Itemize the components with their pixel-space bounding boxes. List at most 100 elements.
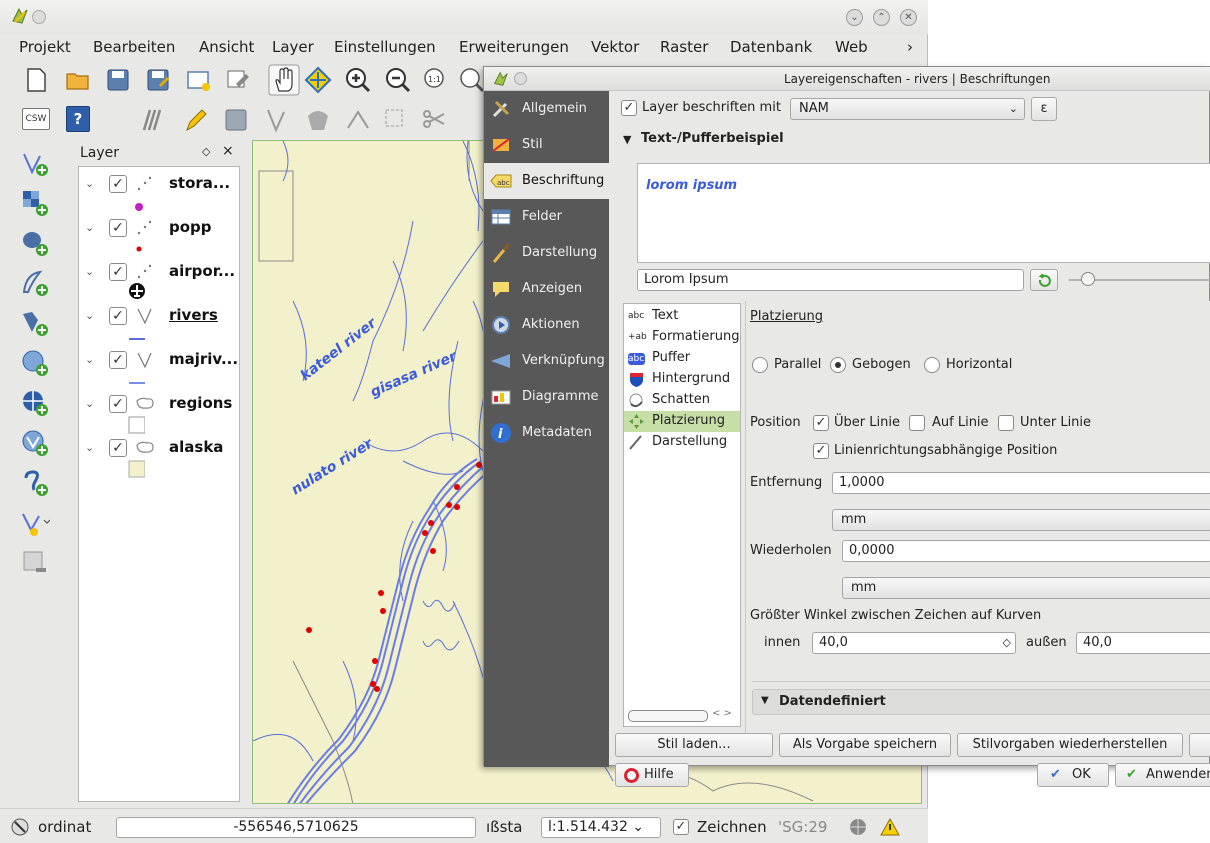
sidebar-item-general[interactable]: Allgemein bbox=[484, 91, 609, 127]
expand-icon[interactable]: ⌄ bbox=[85, 265, 94, 278]
subtab-buffer[interactable]: abc Puffer bbox=[624, 348, 740, 369]
menu-bearbeiten[interactable]: Bearbeiten bbox=[93, 38, 175, 56]
layer-visibility-checkbox[interactable]: ✓ bbox=[109, 395, 127, 413]
slider-handle[interactable] bbox=[1081, 272, 1095, 286]
data-defined-section[interactable]: ▼ Datendefiniert bbox=[752, 689, 1210, 715]
save-edits-icon[interactable] bbox=[222, 106, 250, 134]
menu-ansicht[interactable]: Ansicht bbox=[199, 38, 254, 56]
dialog-menu-button[interactable] bbox=[514, 72, 527, 85]
close-panel-icon[interactable]: × bbox=[222, 143, 234, 159]
reset-sample-button[interactable] bbox=[1030, 269, 1058, 291]
close-button[interactable]: ✕ bbox=[900, 9, 917, 26]
render-checkbox[interactable]: ✓ bbox=[673, 819, 689, 835]
inner-angle-spinbox[interactable]: 40,0 ◇ bbox=[812, 632, 1016, 654]
open-project-icon[interactable] bbox=[64, 66, 92, 94]
scroll-arrows-icon[interactable]: < > bbox=[712, 708, 732, 719]
load-style-button[interactable]: Stil laden... bbox=[615, 733, 773, 757]
sidebar-item-fields[interactable]: Felder bbox=[484, 199, 609, 235]
message-log-icon[interactable] bbox=[10, 817, 30, 837]
add-feature-icon[interactable] bbox=[264, 106, 292, 134]
layer-visibility-checkbox[interactable]: ✓ bbox=[109, 439, 127, 457]
current-edits-icon[interactable] bbox=[140, 106, 168, 134]
repeat-unit-combo[interactable]: mm bbox=[842, 577, 1210, 599]
layer-visibility-checkbox[interactable]: ✓ bbox=[109, 219, 127, 237]
add-wms-layer-icon[interactable] bbox=[20, 348, 50, 378]
sidebar-item-joins[interactable]: Verknüpfung bbox=[484, 343, 609, 379]
expression-button[interactable]: ε bbox=[1031, 97, 1057, 121]
layer-row[interactable]: ⌄ ✓ popp bbox=[79, 217, 239, 245]
distance-input[interactable]: 1,0000 bbox=[832, 472, 1210, 494]
subtab-background[interactable]: Hintergrund bbox=[624, 369, 740, 390]
help-icon[interactable]: ? bbox=[66, 106, 90, 132]
orientation-checkbox[interactable]: ✓ bbox=[813, 443, 829, 459]
layer-row[interactable]: ⌄ ✓ regions bbox=[79, 393, 239, 421]
menu-raster[interactable]: Raster bbox=[660, 38, 708, 56]
zoom-out-icon[interactable] bbox=[384, 66, 412, 94]
layer-visibility-checkbox[interactable]: ✓ bbox=[109, 175, 127, 193]
subtab-text[interactable]: abc Text bbox=[624, 306, 740, 327]
sidebar-item-actions[interactable]: Aktionen bbox=[484, 307, 609, 343]
float-panel-icon[interactable]: ◇ bbox=[202, 145, 210, 158]
zoom-full-icon[interactable] bbox=[458, 66, 486, 94]
menu-einstellungen[interactable]: Einstellungen bbox=[334, 38, 436, 56]
coordinate-field[interactable]: -556546,5710625 bbox=[116, 817, 476, 838]
expand-icon[interactable]: ⌄ bbox=[85, 177, 94, 190]
add-delimited-text-layer-icon[interactable] bbox=[20, 468, 50, 498]
list-scrollbar[interactable] bbox=[628, 710, 708, 722]
menu-datenbank[interactable]: Datenbank bbox=[730, 38, 812, 56]
sidebar-item-labels[interactable]: abc Beschriftung bbox=[484, 163, 609, 199]
sidebar-item-display[interactable]: Anzeigen bbox=[484, 271, 609, 307]
move-feature-icon[interactable] bbox=[304, 106, 332, 134]
subtab-formatting[interactable]: +ab Formatierung bbox=[624, 327, 740, 348]
layer-visibility-checkbox[interactable]: ✓ bbox=[109, 307, 127, 325]
sidebar-item-rendering[interactable]: Darstellung bbox=[484, 235, 609, 271]
menu-projekt[interactable]: Projekt bbox=[19, 38, 71, 56]
layer-visibility-checkbox[interactable]: ✓ bbox=[109, 351, 127, 369]
subtab-placement[interactable]: Platzierung bbox=[624, 411, 740, 432]
window-menu-button[interactable] bbox=[32, 10, 46, 24]
delete-selected-icon[interactable] bbox=[382, 106, 410, 134]
label-layer-checkbox[interactable]: ✓ bbox=[621, 100, 637, 116]
outer-angle-spinbox[interactable]: 40,0 bbox=[1076, 632, 1210, 654]
zoom-native-icon[interactable]: 1:1 bbox=[422, 66, 450, 94]
distance-unit-combo[interactable]: mm bbox=[832, 509, 1210, 531]
menu-web[interactable]: Web bbox=[835, 38, 868, 56]
sidebar-item-diagrams[interactable]: Diagramme bbox=[484, 379, 609, 415]
repeat-input[interactable]: 0,0000 bbox=[842, 540, 1210, 562]
add-postgis-layer-icon[interactable] bbox=[20, 228, 50, 258]
crs-globe-icon[interactable] bbox=[848, 817, 868, 837]
layer-visibility-checkbox[interactable]: ✓ bbox=[109, 263, 127, 281]
node-tool-icon[interactable] bbox=[344, 106, 372, 134]
layer-row[interactable]: ⌄ ✓ stora... bbox=[79, 173, 239, 201]
sidebar-item-style[interactable]: Stil bbox=[484, 127, 609, 163]
style-menu-button[interactable] bbox=[1189, 733, 1210, 757]
on-line-checkbox[interactable] bbox=[909, 415, 925, 431]
apply-button[interactable]: ✔ Anwenden bbox=[1115, 763, 1210, 787]
add-raster-layer-icon[interactable] bbox=[20, 188, 50, 218]
expand-icon[interactable]: ⌄ bbox=[85, 441, 94, 454]
new-shapefile-layer-icon[interactable] bbox=[20, 508, 50, 538]
below-line-checkbox[interactable] bbox=[998, 415, 1014, 431]
mode-parallel-radio[interactable] bbox=[752, 357, 768, 373]
add-wcs-layer-icon[interactable] bbox=[20, 388, 50, 418]
subtab-rendering[interactable]: Darstellung bbox=[624, 432, 740, 453]
pan-map-icon[interactable] bbox=[268, 64, 300, 96]
toggle-editing-icon[interactable] bbox=[182, 106, 210, 134]
layer-row[interactable]: ⌄ ✓ airpor... bbox=[79, 261, 239, 289]
csw-icon[interactable]: CSW bbox=[22, 108, 50, 130]
collapse-icon[interactable]: ▼ bbox=[623, 133, 631, 146]
expand-icon[interactable]: ⌄ bbox=[85, 221, 94, 234]
restore-default-button[interactable]: Stilvorgaben wiederherstellen bbox=[957, 733, 1183, 757]
menu-layer[interactable]: Layer bbox=[272, 38, 314, 56]
maximize-button[interactable]: ⌃ bbox=[873, 9, 890, 26]
sample-section-title[interactable]: Text-/Pufferbeispiel bbox=[641, 131, 784, 146]
cut-features-icon[interactable] bbox=[420, 106, 448, 134]
menu-overflow-icon[interactable]: › bbox=[907, 38, 913, 56]
layer-tree[interactable]: ⌄ ✓ stora... ⌄ ✓ popp ⌄ ✓ airpor... ⌄ ✓ … bbox=[78, 166, 240, 802]
add-mssql-layer-icon[interactable] bbox=[20, 308, 50, 338]
new-print-composer-icon[interactable] bbox=[184, 66, 212, 94]
minimize-button[interactable]: ⌄ bbox=[846, 9, 863, 26]
mode-horizontal-radio[interactable] bbox=[924, 357, 940, 373]
warning-icon[interactable] bbox=[880, 817, 900, 837]
above-line-checkbox[interactable]: ✓ bbox=[813, 415, 829, 431]
